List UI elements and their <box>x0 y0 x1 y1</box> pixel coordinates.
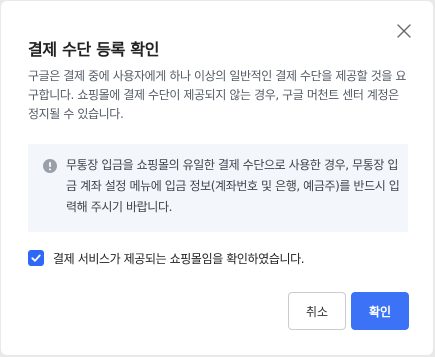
notice-text: 무통장 입금을 쇼핑몰의 유일한 결제 수단으로 사용한 경우, 무통장 입금 … <box>66 158 400 214</box>
confirm-button[interactable]: 확인 <box>351 292 409 330</box>
confirm-checkbox-label[interactable]: 결제 서비스가 제공되는 쇼핑몰임을 확인하였습니다. <box>53 250 305 267</box>
close-button[interactable] <box>395 22 413 40</box>
check-icon <box>31 254 41 262</box>
cancel-button[interactable]: 취소 <box>288 292 346 330</box>
close-icon <box>397 24 411 38</box>
payment-method-confirm-dialog: 결제 수단 등록 확인 구글은 결제 중에 사용자에게 하나 이상의 일반적인 … <box>1 1 433 355</box>
dialog-description: 구글은 결제 중에 사용자에게 하나 이상의 일반적인 결제 수단을 제공할 것… <box>28 69 407 121</box>
notice-box: 무통장 입금을 쇼핑몰의 유일한 결제 수단으로 사용한 경우, 무통장 입금 … <box>28 144 408 232</box>
confirm-checkbox[interactable] <box>28 250 44 266</box>
confirm-checkbox-row[interactable]: 결제 서비스가 제공되는 쇼핑몰임을 확인하였습니다. <box>28 248 305 268</box>
info-icon <box>43 159 57 173</box>
dialog-title: 결제 수단 등록 확인 <box>28 40 160 59</box>
